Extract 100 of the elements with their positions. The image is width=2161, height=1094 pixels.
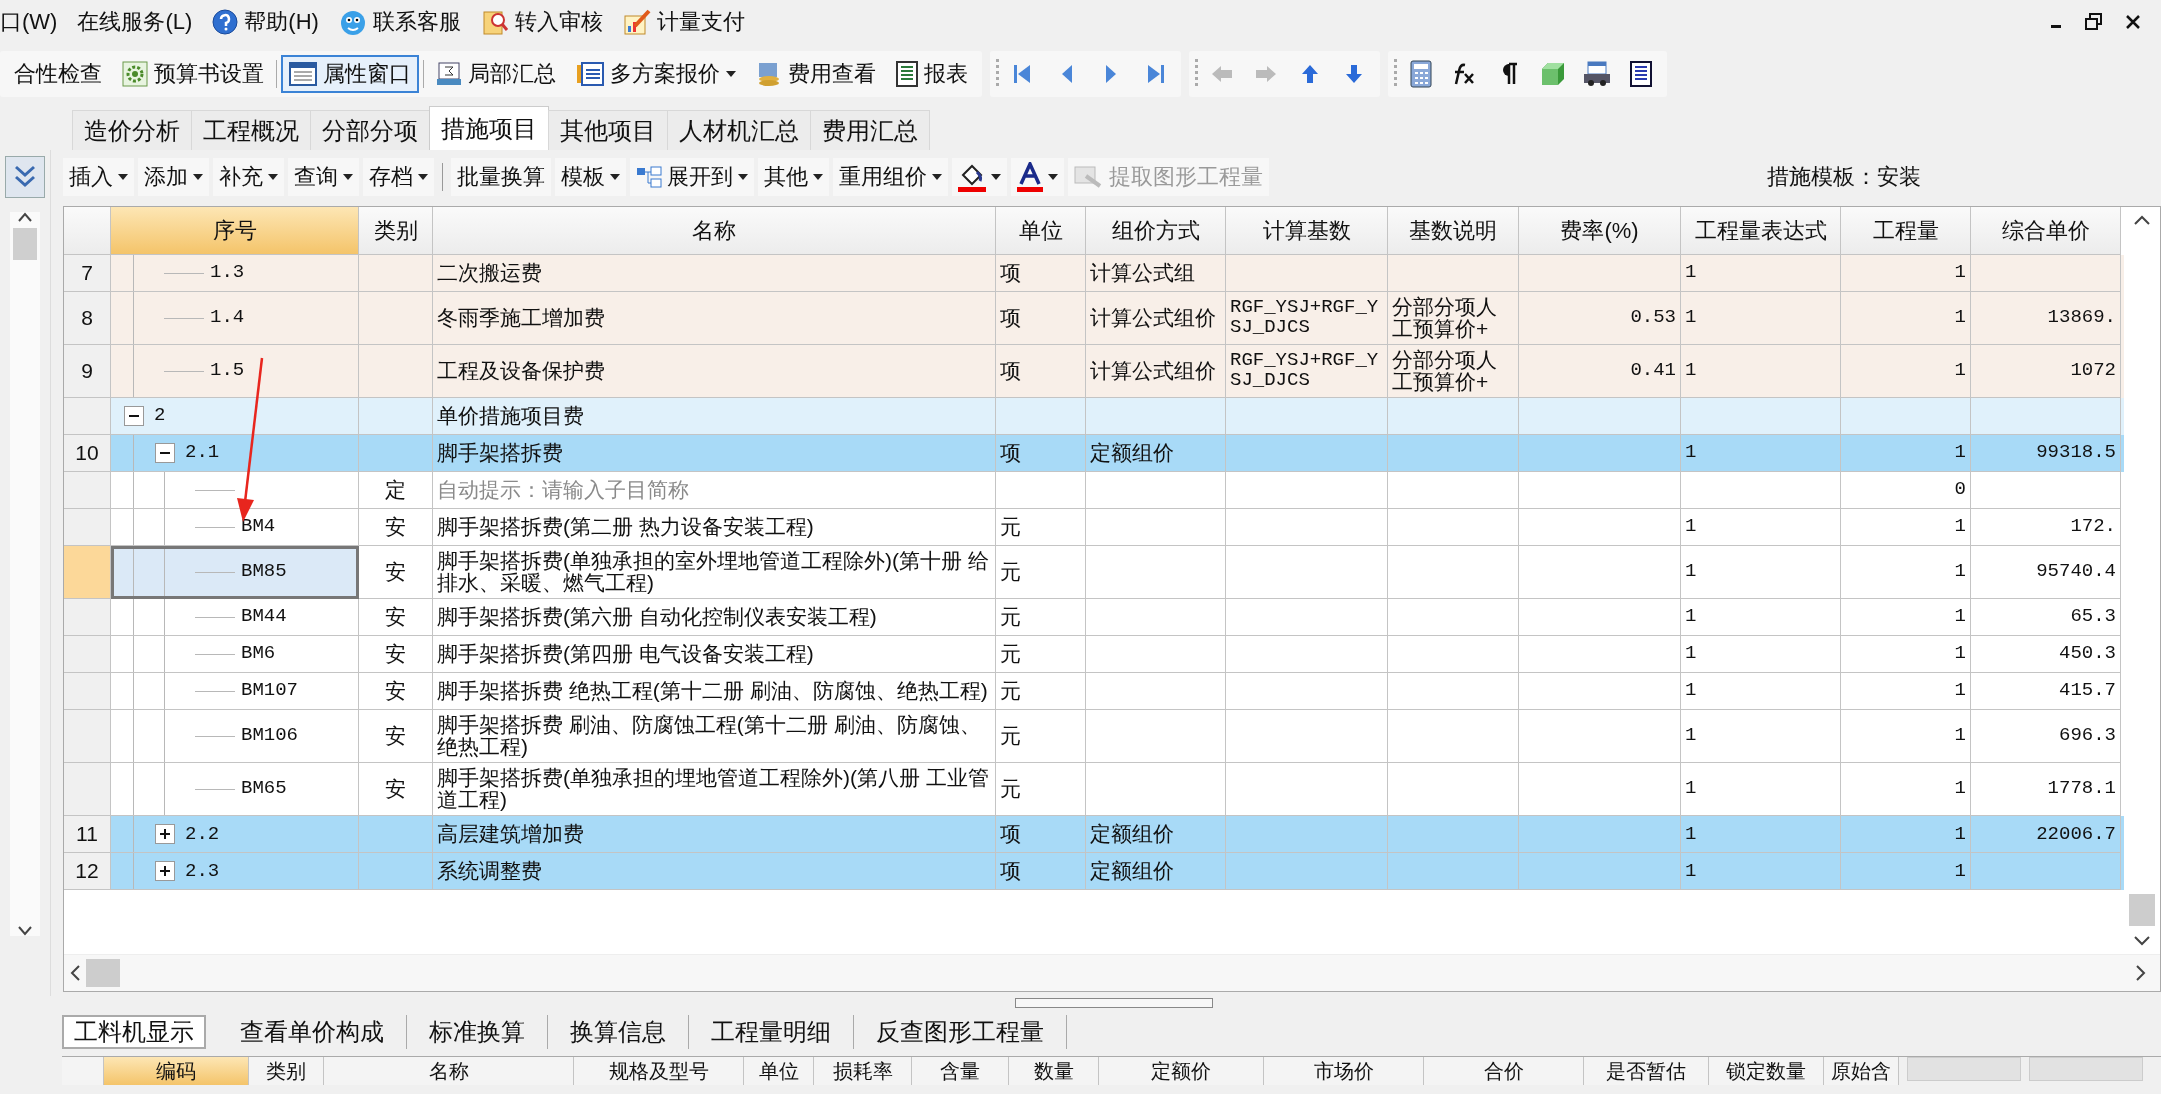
cube-icon[interactable] — [1540, 61, 1566, 87]
table-row[interactable]: BM106 安 脚手架搭拆费 刷油、防腐蚀工程(第十二册 刷油、防腐蚀、绝热工程) 元 1 1 696.3 — [64, 710, 2124, 764]
tab[interactable]: 工程量明细 — [689, 1015, 854, 1049]
column-header[interactable]: 合价 — [1424, 1057, 1584, 1085]
toolbar-button[interactable]: 合性检查 — [6, 55, 110, 93]
column-header[interactable]: 单位 — [996, 207, 1086, 255]
column-header[interactable]: 综合单价 — [1971, 207, 2121, 255]
scroll-left-icon[interactable] — [70, 965, 80, 981]
table-row[interactable]: 定 自动提示：请输入子目简称 0 — [64, 472, 2124, 510]
menu-item[interactable]: 转入审核 — [480, 7, 613, 37]
toolbar-button[interactable]: 批量换算 — [451, 158, 551, 196]
pilcrow-icon[interactable] — [1500, 62, 1518, 86]
menu-item[interactable]: 在线服务(L) — [77, 7, 203, 37]
scroll-down-icon[interactable] — [18, 926, 32, 936]
tab[interactable]: 其他项目 — [548, 110, 668, 150]
splitter-handle[interactable] — [1015, 998, 1213, 1008]
table-row[interactable]: BM85 安 脚手架搭拆费(单独承担的室外埋地管道工程除外)(第十册 给排水、采暖、燃气工程) 元 1 1 95740.4 — [64, 546, 2124, 600]
column-header[interactable]: 费率(%) — [1519, 207, 1681, 255]
column-header[interactable]: 原始含 — [1824, 1057, 1899, 1085]
table-row[interactable]: 12 2.3 系统调整费 项 定额组价 1 1 — [64, 853, 2124, 891]
toolbar-button[interactable]: 展开到 — [630, 158, 754, 196]
table-row[interactable]: 2 单价措施项目费 — [64, 398, 2124, 436]
toolbar-button[interactable]: 添加 — [138, 158, 209, 196]
list-icon[interactable] — [1630, 61, 1652, 87]
column-header[interactable]: 基数说明 — [1388, 207, 1519, 255]
tab[interactable]: 查看单价构成 — [218, 1015, 407, 1049]
scroll-down-icon[interactable] — [2134, 936, 2150, 946]
restore-icon[interactable] — [2085, 13, 2103, 31]
row-header[interactable]: 12 — [64, 853, 111, 891]
row-header[interactable]: 10 — [64, 435, 111, 473]
toolbar-button[interactable]: 预算书设置 — [114, 55, 272, 93]
tab[interactable]: 换算信息 — [548, 1015, 689, 1049]
tab[interactable]: 造价分析 — [72, 110, 192, 150]
tab[interactable]: 标准换算 — [407, 1015, 548, 1049]
expand-toggle[interactable] — [155, 824, 175, 845]
toolbar-button[interactable]: 存档 — [363, 158, 434, 196]
tab[interactable]: 费用汇总 — [810, 110, 930, 150]
column-header[interactable]: 类别 — [359, 207, 433, 255]
table-row[interactable]: BM4 安 脚手架搭拆费(第二册 热力设备安装工程) 元 1 1 172. — [64, 509, 2124, 547]
tab[interactable]: 工程概况 — [191, 110, 311, 150]
menu-item[interactable]: 联系客服 — [338, 7, 471, 37]
table-row[interactable]: 10 2.1 脚手架搭拆费 项 定额组价 1 1 99318.5 — [64, 435, 2124, 473]
tab[interactable]: 分部分项 — [310, 110, 430, 150]
tab[interactable]: 人材机汇总 — [667, 110, 811, 150]
tab[interactable]: 工料机显示 — [62, 1015, 206, 1049]
toolbar-button[interactable]: 报表 — [888, 55, 976, 93]
column-header[interactable]: 工程量表达式 — [1681, 207, 1841, 255]
table-row[interactable]: BM44 安 脚手架搭拆费(第六册 自动化控制仪表安装工程) 元 1 1 65.3 — [64, 599, 2124, 637]
toolbar-button[interactable]: 其他 — [758, 158, 829, 196]
column-header[interactable]: 名称 — [324, 1057, 574, 1085]
column-header[interactable]: 编码 — [104, 1057, 249, 1085]
table-row[interactable]: BM107 安 脚手架搭拆费 绝热工程(第十二册 刷油、防腐蚀、绝热工程) 元 1 1 415.7 — [64, 673, 2124, 711]
table-row[interactable]: 11 2.2 高层建筑增加费 项 定额组价 1 1 22006.7 — [64, 816, 2124, 854]
column-header[interactable]: 损耗率 — [814, 1057, 912, 1085]
down-arrow-icon[interactable] — [1345, 64, 1363, 84]
column-header[interactable]: 序号 — [111, 207, 359, 255]
toolbar-button[interactable]: 重用组价 — [833, 158, 948, 196]
toolbar-button[interactable]: 多方案报价 — [568, 55, 744, 93]
scrollbar-thumb[interactable] — [2129, 894, 2155, 926]
column-header[interactable]: 锁定数量 — [1709, 1057, 1824, 1085]
toolbar-button[interactable] — [952, 158, 1007, 196]
calculator-icon[interactable] — [1410, 60, 1432, 88]
toolbar-button[interactable]: 插入 — [63, 158, 134, 196]
scroll-up-icon[interactable] — [2134, 215, 2150, 225]
column-header[interactable]: 市场价 — [1264, 1057, 1424, 1085]
collapse-button[interactable] — [5, 156, 45, 198]
column-header[interactable]: 名称 — [433, 207, 996, 255]
toolbar-button[interactable]: 属性窗口 — [281, 55, 419, 93]
scrollbar-thumb[interactable] — [13, 228, 37, 260]
column-header[interactable]: 是否暂估 — [1584, 1057, 1709, 1085]
tab[interactable]: 措施项目 — [429, 106, 549, 150]
column-header[interactable]: 规格及型号 — [574, 1057, 744, 1085]
scroll-up-icon[interactable] — [18, 212, 32, 222]
toolbar-button[interactable]: 费用查看 — [748, 55, 884, 93]
menu-item[interactable]: 口(W) — [0, 7, 68, 37]
toolbar-button[interactable] — [1011, 158, 1064, 196]
column-header[interactable]: 定额价 — [1099, 1057, 1264, 1085]
up-arrow-icon[interactable] — [1301, 64, 1319, 84]
printer-icon[interactable] — [1583, 61, 1611, 87]
column-header[interactable]: 类别 — [249, 1057, 324, 1085]
expand-toggle[interactable] — [155, 861, 175, 882]
tab[interactable]: 反查图形工程量 — [854, 1015, 1067, 1049]
column-header[interactable]: 含量 — [912, 1057, 1009, 1085]
row-header[interactable]: 7 — [64, 255, 111, 292]
close-icon[interactable] — [2125, 14, 2141, 30]
toolbar-button[interactable]: 补充 — [213, 158, 284, 196]
column-header[interactable]: 数量 — [1009, 1057, 1099, 1085]
menu-item[interactable]: 计量支付 — [622, 7, 755, 37]
table-row[interactable]: 7 1.3 二次搬运费 项 计算公式组 1 1 — [64, 255, 2124, 292]
menu-item[interactable]: 帮助(H) — [212, 7, 329, 37]
scroll-right-icon[interactable] — [2136, 965, 2146, 981]
column-header[interactable]: 组价方式 — [1086, 207, 1226, 255]
column-header[interactable]: 工程量 — [1841, 207, 1971, 255]
row-header[interactable]: 9 — [64, 345, 111, 399]
table-row[interactable]: BM65 安 脚手架搭拆费(单独承担的埋地管道工程除外)(第八册 工业管道工程) 元 1 1 1778.1 — [64, 763, 2124, 817]
toolbar-button[interactable]: 查询 — [288, 158, 359, 196]
column-header[interactable]: 单位 — [744, 1057, 814, 1085]
collapse-toggle[interactable] — [124, 406, 144, 427]
scrollbar-thumb[interactable] — [86, 959, 120, 987]
column-header[interactable]: 计算基数 — [1226, 207, 1388, 255]
